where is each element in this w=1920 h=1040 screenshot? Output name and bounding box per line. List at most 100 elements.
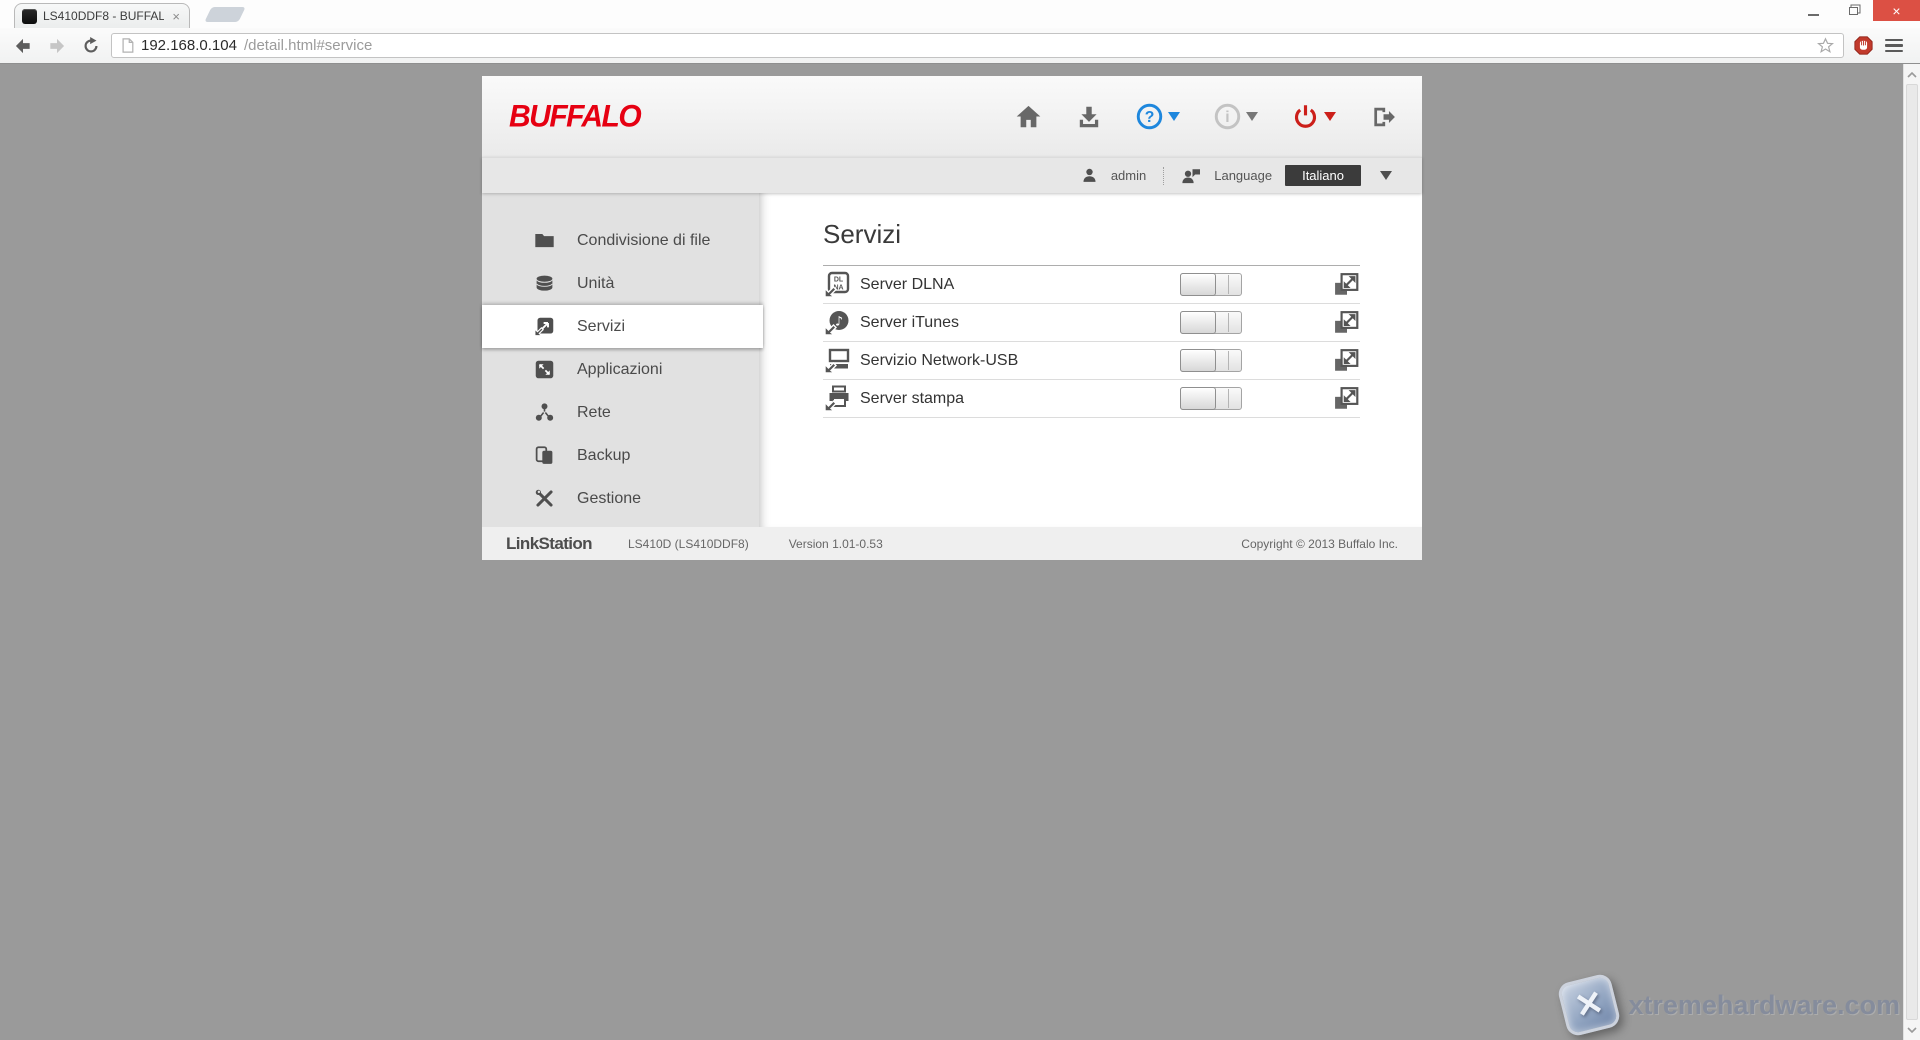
info-menu-button[interactable]: i [1214,103,1258,130]
tab-close-icon[interactable]: × [170,9,182,24]
language-icon [1181,167,1201,185]
browser-tab[interactable]: LS410DDF8 - BUFFALO Lin × [14,3,190,28]
service-row-itunes: ♪ Server iTunes [823,304,1360,342]
info-dropdown-arrow-icon [1246,112,1258,121]
user-icon [1081,167,1098,184]
power-menu-button[interactable] [1292,103,1336,130]
logout-button[interactable] [1370,104,1396,130]
back-button[interactable] [9,32,37,60]
scrollbar-up-button[interactable] [1904,66,1920,83]
svg-text:?: ? [1145,109,1155,126]
sidebar-item-label: Gestione [577,490,641,508]
service-label: Server iTunes [860,314,1180,332]
home-icon [1015,103,1042,130]
divider [1163,167,1164,185]
service-row-network-usb: Servizio Network-USB [823,342,1360,380]
browser-toolbar: 192.168.0.104/detail.html#service [0,28,1920,64]
browser-titlebar: LS410DDF8 - BUFFALO Lin × × [0,0,1920,28]
window-close-button[interactable]: × [1873,0,1920,21]
network-usb-icon [823,347,850,374]
page-document-icon [121,38,134,53]
window-restore-button[interactable] [1833,0,1873,21]
reload-button[interactable] [77,32,105,60]
buffalo-logo: BUFFALO [509,99,640,135]
tab-title: LS410DDF8 - BUFFALO Lin [43,9,164,23]
forward-button[interactable] [43,32,71,60]
service-toggle-network-usb[interactable] [1180,349,1242,372]
version-label: Version 1.01-0.53 [789,537,883,551]
service-row-dlna: DL NA Server DLNA [823,266,1360,304]
backup-icon [534,445,555,466]
sidebar-item-applicazioni[interactable]: Applicazioni [482,348,759,391]
open-service-button-dlna[interactable] [1334,272,1360,298]
home-button[interactable] [1015,103,1042,130]
language-label: Language [1214,168,1272,183]
sidebar: Condivisione di file Unità [482,193,759,527]
save-button[interactable] [1076,104,1102,130]
window-minimize-button[interactable] [1793,0,1833,21]
stop-octagon-extension-icon[interactable] [1854,36,1873,55]
language-dropdown-arrow-icon[interactable] [1380,171,1392,180]
main-content: Servizi DL NA Server DLNA [759,193,1422,527]
network-icon [534,402,555,423]
sidebar-item-label: Unità [577,275,614,293]
power-dropdown-arrow-icon [1324,112,1336,121]
xtremehardware-logo-icon: ✕ [1557,972,1622,1037]
page-background: BUFFALO ? [0,64,1920,1040]
chevron-down-icon [1907,1027,1917,1033]
help-icon: ? [1136,103,1163,130]
url-path: /detail.html#service [244,37,372,54]
tools-icon [534,488,555,509]
copyright-label: Copyright © 2013 Buffalo Inc. [1241,537,1398,551]
forward-arrow-icon [47,36,67,56]
open-service-button-itunes[interactable] [1334,310,1360,336]
open-service-button-print[interactable] [1334,386,1360,412]
sidebar-item-label: Servizi [577,318,625,336]
print-server-icon [823,385,850,412]
address-bar[interactable]: 192.168.0.104/detail.html#service [111,33,1844,58]
sidebar-item-label: Condivisione di file [577,232,710,250]
itunes-server-icon: ♪ [823,309,850,336]
service-toggle-itunes[interactable] [1180,311,1242,334]
service-toggle-print[interactable] [1180,387,1242,410]
linkstation-logo: LinkStation [506,534,592,554]
svg-text:i: i [1225,109,1229,126]
scrollbar-thumb[interactable] [1906,84,1918,1020]
sidebar-item-servizi[interactable]: Servizi [482,305,763,348]
folder-icon [534,230,555,251]
service-toggle-dlna[interactable] [1180,273,1242,296]
tab-favicon [22,9,37,24]
sidebar-item-backup[interactable]: Backup [482,434,759,477]
app-footer: LinkStation LS410D (LS410DDF8) Version 1… [482,527,1422,560]
sidebar-item-rete[interactable]: Rete [482,391,759,434]
browser-menu-icon[interactable] [1881,35,1907,57]
page-title: Servizi [823,219,1360,250]
sidebar-item-gestione[interactable]: Gestione [482,477,759,520]
page-scrollbar[interactable] [1903,64,1920,1040]
browser-chrome: LS410DDF8 - BUFFALO Lin × × 1 [0,0,1920,64]
service-label: Server DLNA [860,276,1180,294]
service-label: Server stampa [860,390,1180,408]
new-tab-button[interactable] [204,7,245,22]
sidebar-item-condivisione[interactable]: Condivisione di file [482,219,759,262]
url-host: 192.168.0.104 [141,37,237,54]
username-label: admin [1111,168,1146,183]
open-service-button-network-usb[interactable] [1334,348,1360,374]
sidebar-item-unita[interactable]: Unità [482,262,759,305]
user-language-bar: admin Language Italiano [482,157,1422,193]
logout-icon [1370,104,1396,130]
back-arrow-icon [13,36,33,56]
drive-icon [534,273,555,294]
scrollbar-down-button[interactable] [1904,1021,1920,1038]
help-dropdown-arrow-icon [1168,112,1180,121]
sidebar-item-label: Rete [577,404,611,422]
app-header: BUFFALO ? [482,76,1422,157]
service-label: Servizio Network-USB [860,352,1180,370]
watermark-text: xtremehardware.com [1628,990,1900,1021]
save-download-icon [1076,104,1102,130]
model-label: LS410D (LS410DDF8) [628,537,749,551]
sidebar-item-label: Backup [577,447,630,465]
language-value-badge[interactable]: Italiano [1285,165,1361,186]
bookmark-star-icon[interactable] [1817,37,1834,54]
help-menu-button[interactable]: ? [1136,103,1180,130]
